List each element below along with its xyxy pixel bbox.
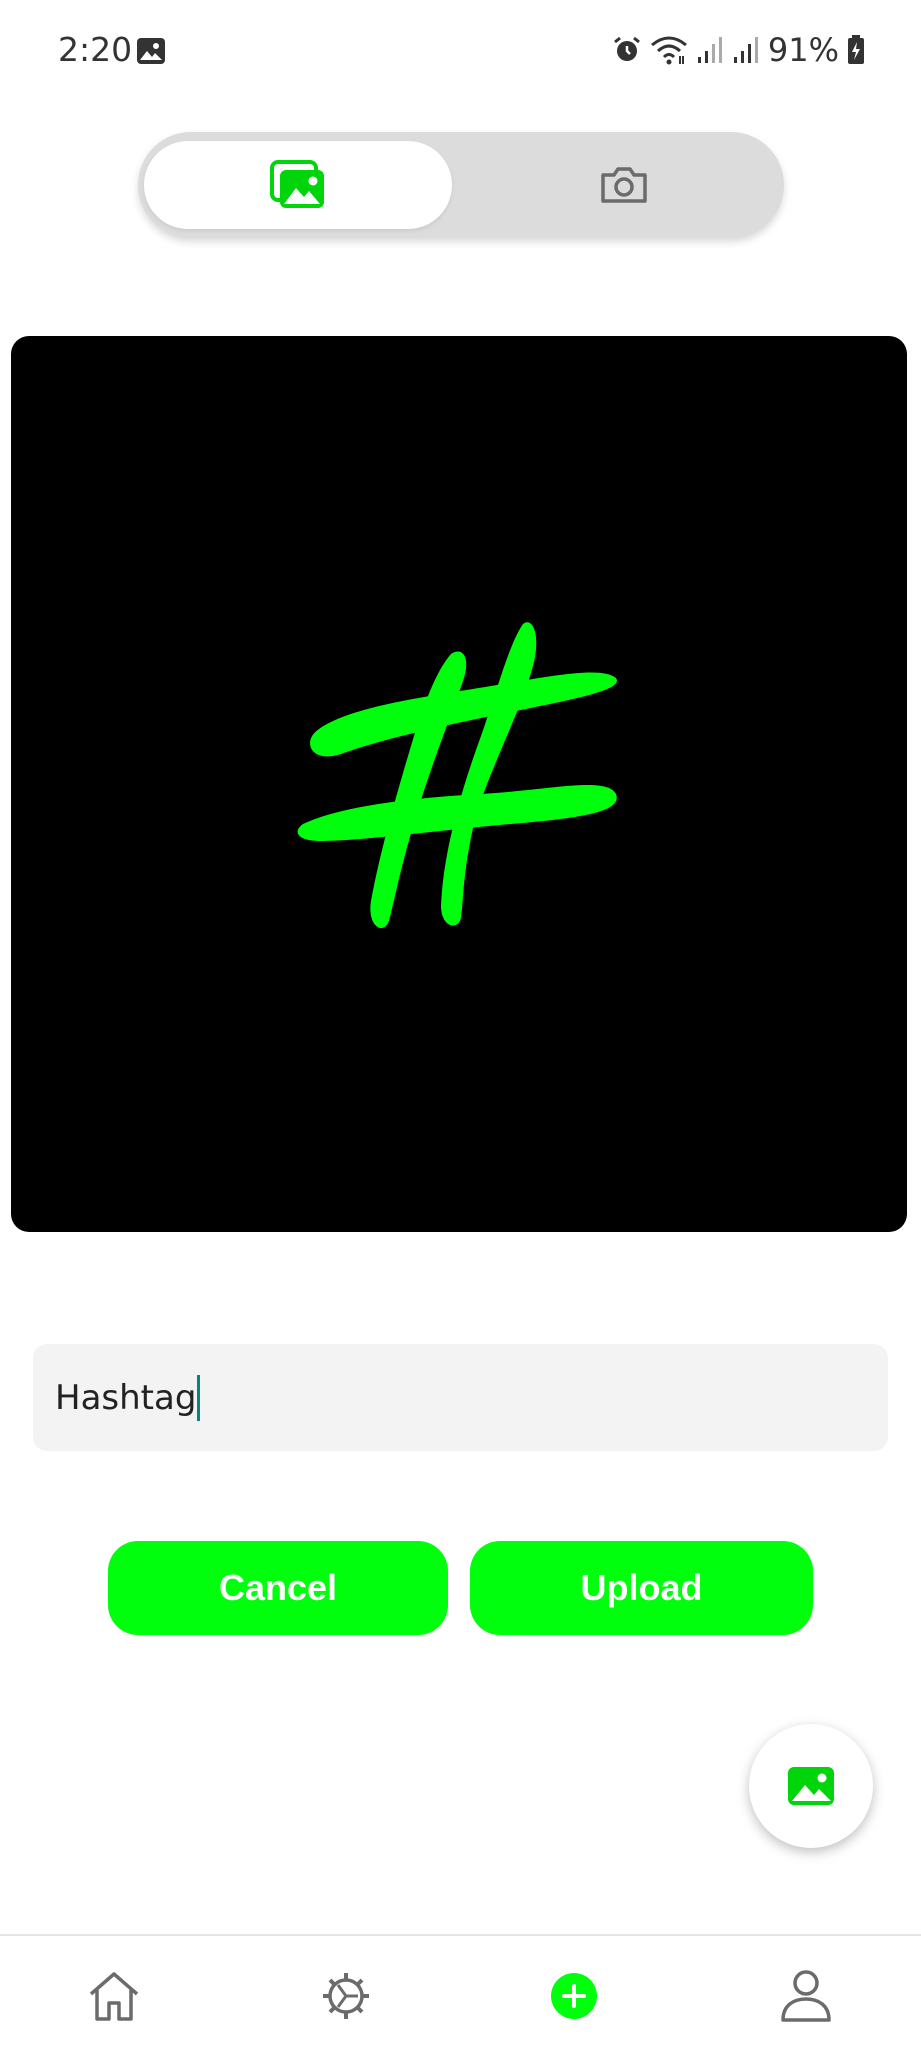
home-icon	[89, 1972, 139, 2021]
camera-icon	[601, 167, 647, 203]
status-right-group: 91%	[612, 30, 865, 70]
text-caret	[197, 1374, 201, 1421]
nav-profile[interactable]	[776, 1966, 836, 2026]
status-bar: 2:20 91%	[0, 0, 921, 100]
cancel-button[interactable]: Cancel	[108, 1541, 448, 1635]
nav-settings[interactable]	[316, 1966, 376, 2026]
image-preview	[11, 336, 907, 1232]
gallery-fab-button[interactable]	[749, 1724, 873, 1848]
battery-charging-icon	[848, 35, 864, 64]
add-icon	[551, 1973, 597, 2019]
camera-tab[interactable]	[470, 141, 778, 229]
gallery-notification-icon	[137, 38, 165, 64]
settings-icon	[323, 1973, 369, 2019]
gallery-icon	[788, 1767, 834, 1805]
upload-button[interactable]: Upload	[470, 1541, 813, 1635]
battery-percent: 91%	[767, 31, 839, 69]
nav-add[interactable]	[544, 1966, 604, 2026]
wifi-icon	[650, 36, 687, 65]
signal-icon	[733, 37, 758, 63]
profile-icon	[781, 1970, 831, 2022]
source-toggle	[138, 132, 784, 238]
hashtag-image	[297, 622, 617, 929]
bottom-navigation	[0, 1934, 921, 2048]
caption-text: Hashtag	[55, 1377, 197, 1418]
status-time: 2:20	[58, 30, 133, 69]
alarm-icon	[613, 36, 640, 61]
signal-icon	[697, 37, 722, 63]
caption-input[interactable]: Hashtag	[33, 1344, 888, 1451]
nav-home[interactable]	[84, 1966, 144, 2026]
gallery-icon	[270, 160, 324, 208]
gallery-tab[interactable]	[144, 141, 452, 229]
